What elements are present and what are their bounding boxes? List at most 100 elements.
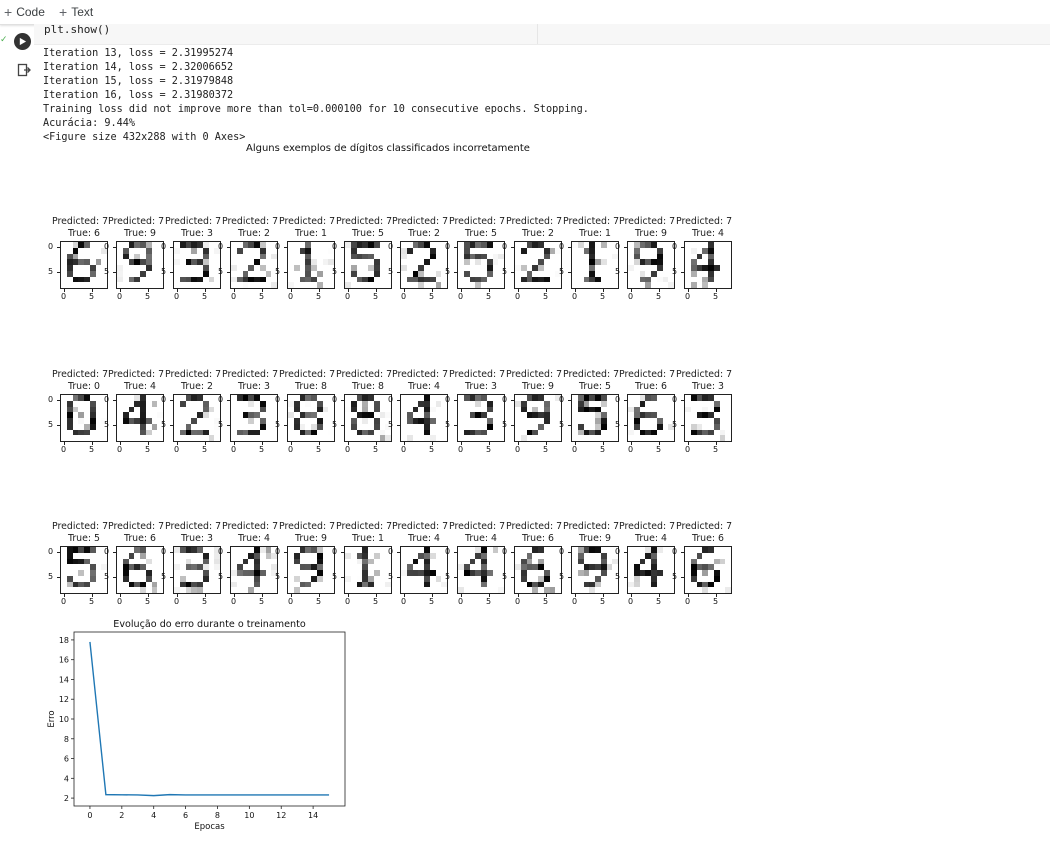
predicted-label: Predicted: 7 (222, 216, 279, 227)
digit-image (457, 546, 505, 594)
play-icon (19, 37, 27, 46)
y-tick (454, 400, 457, 401)
x-tick-label: 0 (61, 445, 67, 454)
x-tick-label: 5 (543, 445, 549, 454)
predicted-label: Predicted: 7 (165, 521, 222, 532)
x-tick (348, 442, 349, 445)
x-tick (659, 442, 660, 445)
digit-image (230, 241, 278, 289)
y-tick (113, 272, 116, 273)
x-tick-label: 5 (145, 292, 151, 301)
y-tick (681, 425, 684, 426)
add-text-button[interactable]: + Text (59, 3, 93, 20)
x-tick-label: 0 (345, 597, 351, 606)
digit-image (571, 394, 619, 442)
y-tick (284, 272, 287, 273)
predicted-label: Predicted: 7 (336, 216, 393, 227)
x-tick (489, 442, 490, 445)
y-tick-label: 5 (672, 420, 678, 429)
x-tick-label: 0 (685, 445, 691, 454)
x-tick (92, 442, 93, 445)
y-tick (113, 425, 116, 426)
true-label: True: 5 (578, 381, 611, 392)
y-tick-label: 5 (502, 420, 508, 429)
x-tick-label: 4 (151, 811, 156, 820)
code-line[interactable]: plt.show() (44, 23, 110, 36)
y-tick (341, 425, 344, 426)
output-line: Iteration 15, loss = 2.31979848 (43, 76, 234, 87)
output-menu-icon[interactable] (17, 63, 31, 77)
add-code-button[interactable]: + Code (4, 3, 45, 20)
predicted-label: Predicted: 7 (222, 369, 279, 380)
x-tick-label: 14 (308, 811, 318, 820)
x-tick-label: 0 (174, 292, 180, 301)
y-tick-label: 5 (332, 267, 338, 276)
x-tick-label: 0 (572, 445, 578, 454)
x-tick (659, 594, 660, 597)
y-tick-label: 0 (332, 395, 338, 404)
true-label: True: 3 (464, 381, 497, 392)
x-tick-label: 0 (288, 292, 294, 301)
x-tick (262, 594, 263, 597)
predicted-label: Predicted: 7 (222, 521, 279, 532)
y-tick-label: 5 (275, 420, 281, 429)
y-tick (568, 552, 571, 553)
predicted-label: Predicted: 7 (165, 216, 222, 227)
predicted-label: Predicted: 7 (506, 369, 563, 380)
y-tick (57, 425, 60, 426)
y-tick-label: 10 (59, 715, 69, 724)
predicted-label: Predicted: 7 (108, 216, 165, 227)
digit-image (173, 241, 221, 289)
true-label: True: 6 (123, 533, 156, 544)
y-tick-label: 0 (445, 395, 451, 404)
chart-title: Evolução do erro durante o treinamento (113, 619, 306, 630)
y-tick-label: 8 (64, 735, 69, 744)
true-label: True: 9 (123, 228, 156, 239)
x-tick (120, 289, 121, 292)
predicted-label: Predicted: 7 (506, 521, 563, 532)
x-tick-label: 0 (628, 597, 634, 606)
true-label: True: 4 (237, 533, 270, 544)
x-tick-label: 5 (656, 597, 662, 606)
y-tick-label: 6 (64, 755, 69, 764)
y-tick-label: 0 (104, 242, 110, 251)
predicted-label: Predicted: 7 (563, 216, 620, 227)
predicted-label: Predicted: 7 (676, 521, 733, 532)
digit-image (60, 546, 108, 594)
x-tick-label: 0 (87, 811, 92, 820)
y-tick-label: 5 (388, 420, 394, 429)
x-tick (234, 442, 235, 445)
error-chart: Evolução do erro durante o treinamento 2 4… (42, 615, 362, 845)
digit-image (400, 394, 448, 442)
y-tick-label: 2 (64, 794, 69, 803)
y-tick (341, 400, 344, 401)
true-label: True: 8 (294, 381, 327, 392)
y-tick (624, 400, 627, 401)
x-tick-label: 5 (543, 292, 549, 301)
predicted-label: Predicted: 7 (563, 369, 620, 380)
y-tick (57, 577, 60, 578)
y-tick-label: 5 (559, 420, 565, 429)
digit-image (684, 394, 732, 442)
x-tick-label: 0 (572, 597, 578, 606)
y-tick-label: 14 (59, 675, 69, 684)
x-tick (291, 594, 292, 597)
x-tick-label: 0 (458, 597, 464, 606)
digit-image (173, 394, 221, 442)
true-label: True: 4 (407, 381, 440, 392)
y-tick-label: 0 (104, 547, 110, 556)
y-tick (397, 272, 400, 273)
run-cell-button[interactable] (14, 33, 31, 50)
x-tick-label: 0 (685, 292, 691, 301)
x-tick (659, 289, 660, 292)
y-tick (397, 247, 400, 248)
x-tick (120, 594, 121, 597)
predicted-label: Predicted: 7 (279, 216, 336, 227)
predicted-label: Predicted: 7 (449, 521, 506, 532)
x-tick-label: 10 (244, 811, 254, 820)
x-tick-label: 0 (345, 445, 351, 454)
x-tick (64, 442, 65, 445)
output-line: Iteration 16, loss = 2.31980372 (43, 90, 234, 101)
y-tick (341, 552, 344, 553)
digit-image (60, 394, 108, 442)
